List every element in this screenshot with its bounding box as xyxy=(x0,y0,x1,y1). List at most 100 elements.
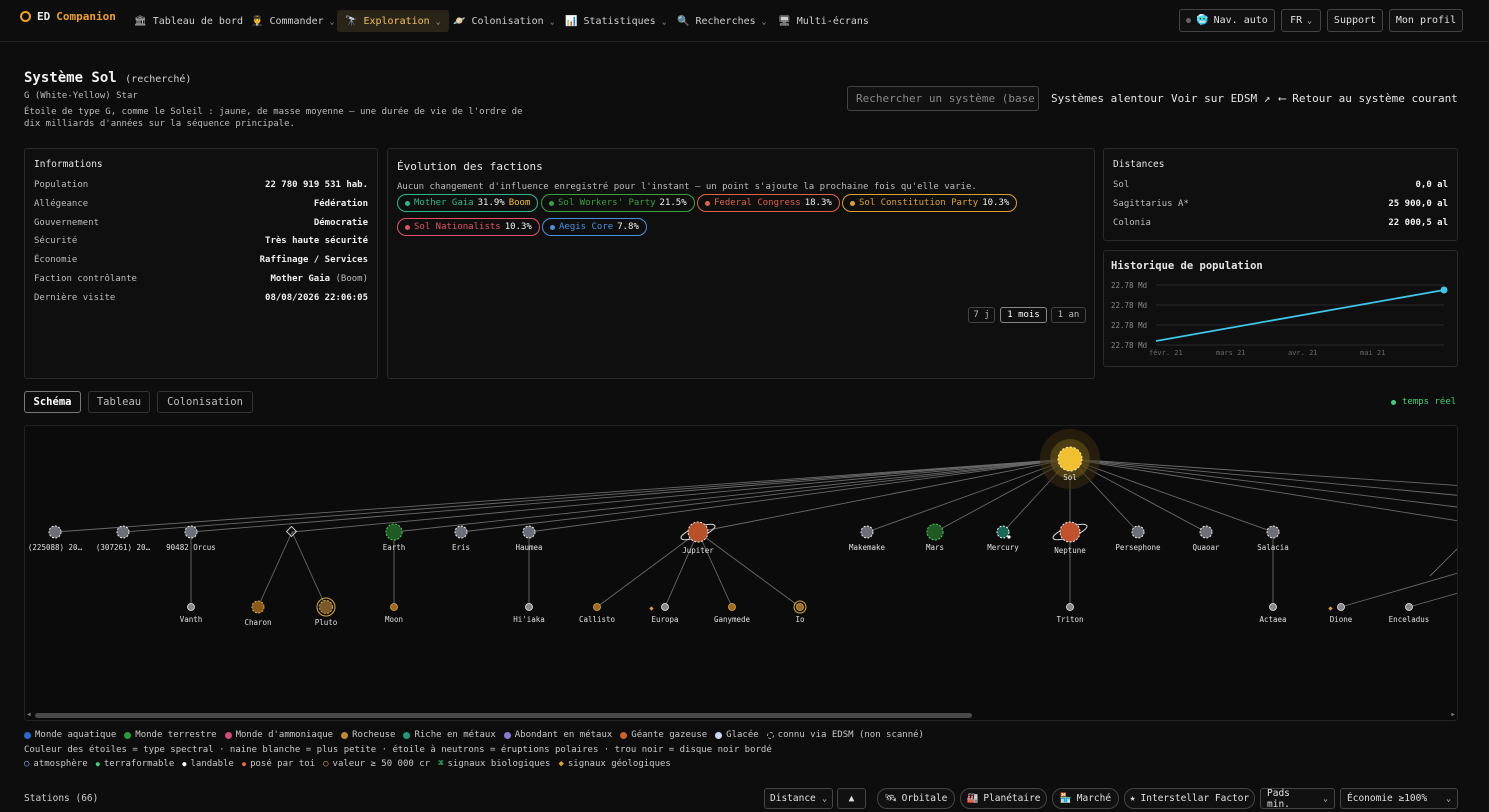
chevron-down-icon: ⌄ xyxy=(761,16,767,26)
nearby-systems-link[interactable]: Systèmes alentour xyxy=(1051,92,1164,105)
moon-hiiaka[interactable]: Hi'iaka xyxy=(513,603,545,625)
nav-exploration[interactable]: 🔭 Exploration ⌄ xyxy=(337,10,449,32)
faction-pill-pct: 18.3% xyxy=(804,198,832,208)
nav-multi-ecrans[interactable]: 🖥 Multi-écrans xyxy=(770,10,877,32)
moon-europa[interactable]: Europa xyxy=(649,603,679,625)
moon-callisto[interactable]: Callisto xyxy=(579,603,616,625)
monitor-icon: 🖥 xyxy=(778,15,791,27)
language-select[interactable]: FR ⌄ xyxy=(1281,9,1321,32)
faction-pill[interactable]: Sol Constitution Party 10.3% xyxy=(842,194,1018,212)
range-1m-button[interactable]: 1 mois xyxy=(1000,307,1047,323)
pilot-icon: 👨‍✈️ xyxy=(251,15,264,27)
economy-value: Économie ≥100% xyxy=(1347,793,1428,804)
faction-pill[interactable]: Federal Congress 18.3% xyxy=(697,194,840,212)
tab-colonisation[interactable]: Colonisation xyxy=(157,391,253,413)
scroll-right-icon[interactable]: ▶ xyxy=(1451,712,1455,718)
distance-row: Sol 0,0 al xyxy=(1113,180,1448,194)
sun-icon[interactable] xyxy=(1057,446,1083,472)
body-label: Neptune xyxy=(1054,546,1086,555)
economy-select[interactable]: Économie ≥100% ⌄ xyxy=(1340,788,1458,809)
body-eris[interactable]: Eris xyxy=(452,525,470,552)
filter-label: Planétaire xyxy=(983,793,1041,804)
edsm-link[interactable]: Voir sur EDSM ↗ xyxy=(1171,92,1270,105)
legend-item: Monde d'ammoniaque xyxy=(224,730,333,740)
body-mercury[interactable]: Mercury xyxy=(987,525,1019,552)
population-data-point[interactable] xyxy=(1440,286,1448,294)
faction-pill[interactable]: Sol Workers' Party 21.5% xyxy=(541,194,695,212)
profile-button[interactable]: Mon profil xyxy=(1389,9,1463,32)
filter-market[interactable]: 🏪 Marché xyxy=(1052,788,1119,809)
range-1y-button[interactable]: 1 an xyxy=(1051,307,1086,323)
icy-body-icon xyxy=(1266,525,1280,539)
filter-interstellar-factor[interactable]: ★ Interstellar Factor xyxy=(1124,788,1255,809)
system-schema[interactable]: Sol (225088) 20… (307261) 20… 90482 Orcu… xyxy=(24,425,1458,721)
faction-pill[interactable]: Sol Nationalists 10.3% xyxy=(397,218,540,236)
scrollbar-thumb[interactable] xyxy=(35,713,972,718)
sort-select[interactable]: Distance ⌄ xyxy=(764,788,833,809)
body-earth[interactable]: Earth xyxy=(383,523,406,552)
moon-actaea[interactable]: Actaea xyxy=(1259,603,1287,625)
y-tick-label: 22.78 Md xyxy=(1111,341,1147,350)
nav-tableau-de-bord[interactable]: 🏛 Tableau de bord xyxy=(126,10,251,32)
ammonia-world-icon xyxy=(224,731,232,739)
metal-rich-body-icon xyxy=(996,525,1010,539)
orbit-connection-lines xyxy=(54,458,1457,608)
moon-moon[interactable]: Moon xyxy=(385,603,403,625)
water-world-icon xyxy=(24,731,31,739)
info-value: Fédération xyxy=(313,199,368,209)
nav-colonisation[interactable]: 🪐 Colonisation ⌄ xyxy=(445,10,563,32)
support-button[interactable]: Support xyxy=(1327,9,1383,32)
body-jupiter[interactable]: Jupiter xyxy=(679,521,716,555)
moon-enceladus[interactable]: Enceladus xyxy=(1389,603,1430,625)
back-to-current-link[interactable]: ⟵ Retour au système courant xyxy=(1279,92,1458,105)
body-225088[interactable]: (225088) 20… xyxy=(28,525,83,552)
distance-row: Colonia 22 000,5 al xyxy=(1113,218,1448,232)
distance-value: 0,0 al xyxy=(1415,180,1448,190)
nav-auto-label: Nav. auto xyxy=(1213,15,1268,26)
moon-label: Triton xyxy=(1056,615,1083,624)
nav-statistiques[interactable]: 📊 Statistiques ⌄ xyxy=(557,10,675,32)
distances-panel: Distances Sol 0,0 al Sagittarius A* 25 9… xyxy=(1103,148,1458,241)
moon-dione[interactable]: Dione xyxy=(1328,603,1353,625)
range-7d-button[interactable]: 7 j xyxy=(968,307,995,323)
body-label: Earth xyxy=(383,543,406,552)
faction-dot-icon xyxy=(549,200,554,206)
legend-label: signaux biologiques xyxy=(447,759,551,769)
filter-planetary[interactable]: 🏭 Planétaire xyxy=(960,788,1047,809)
tab-schema[interactable]: Schéma xyxy=(24,391,81,413)
faction-pill-state: Boom xyxy=(508,198,531,208)
body-makemake[interactable]: Makemake xyxy=(849,525,886,552)
body-neptune[interactable]: Neptune xyxy=(1051,521,1088,555)
body-quaoar[interactable]: Quaoar xyxy=(1192,525,1220,552)
moon-triton[interactable]: Triton xyxy=(1056,603,1084,625)
legend-item: Rocheuse xyxy=(341,730,395,740)
body-persephone[interactable]: Persephone xyxy=(1115,525,1161,552)
moon-ganymede[interactable]: Ganymede xyxy=(714,603,751,625)
system-search-input[interactable]: Rechercher un système (base xyxy=(847,86,1039,111)
pads-select[interactable]: Pads min. ⌄ xyxy=(1260,788,1335,810)
chevron-down-icon: ⌄ xyxy=(661,16,667,26)
moon-vanth[interactable]: Vanth xyxy=(180,603,203,625)
faction-pill[interactable]: Aegis Core 7.8% xyxy=(542,218,647,236)
population-line-chart: 22.78 Md22.78 Md22.78 Md22.78 Mdfévr. 21… xyxy=(1111,281,1448,357)
faction-dot-icon xyxy=(705,200,710,206)
body-307261[interactable]: (307261) 20… xyxy=(96,525,151,552)
moon-pluto[interactable]: Pluto xyxy=(315,597,338,627)
nav-auto-toggle[interactable]: 🥶 Nav. auto xyxy=(1179,9,1275,32)
scroll-left-icon[interactable]: ◀ xyxy=(27,712,31,718)
chevron-down-icon: ⌄ xyxy=(435,16,441,26)
faction-dot-icon xyxy=(405,200,410,206)
nav-commander[interactable]: 👨‍✈️ Commander ⌄ xyxy=(243,10,342,32)
moon-charon[interactable]: Charon xyxy=(244,600,272,627)
filter-orbital[interactable]: 🛰 Orbitale xyxy=(877,788,955,809)
schema-horizontal-scrollbar[interactable]: ◀ ▶ xyxy=(25,710,1457,720)
tab-tableau[interactable]: Tableau xyxy=(88,391,150,413)
nav-recherches[interactable]: 🔍 Recherches ⌄ xyxy=(669,10,775,32)
app-brand[interactable]: ED Companion xyxy=(20,10,116,23)
y-tick-label: 22.78 Md xyxy=(1111,301,1147,310)
sort-direction-button[interactable]: ▲ xyxy=(837,788,866,809)
body-mars[interactable]: Mars xyxy=(926,523,944,552)
moon-icon xyxy=(1337,603,1345,611)
faction-pill[interactable]: Mother Gaia 31.9% Boom xyxy=(397,194,539,212)
faction-name[interactable]: Mother Gaia xyxy=(270,274,330,284)
